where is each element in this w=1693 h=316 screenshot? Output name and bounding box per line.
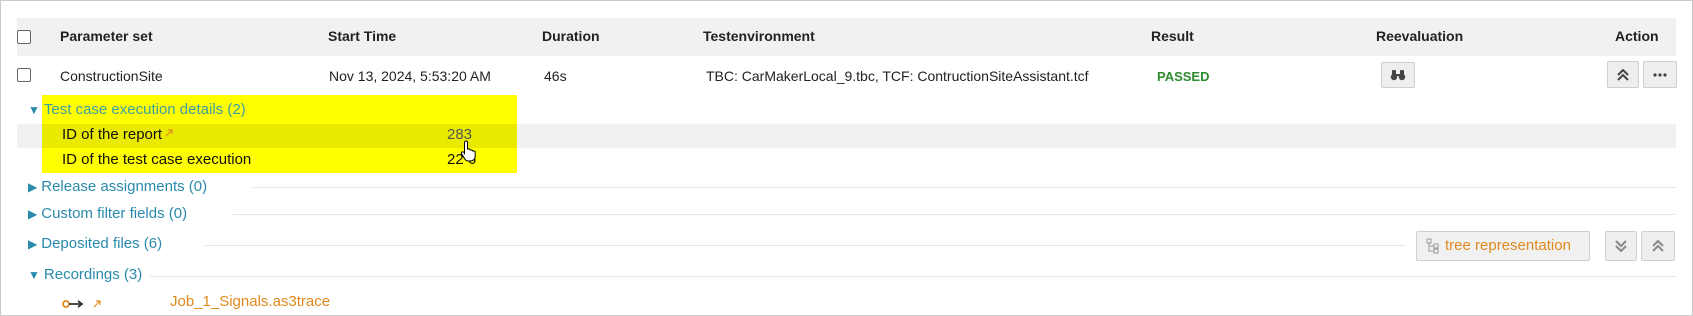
external-link-icon[interactable] <box>92 299 102 309</box>
collapsed-triangle-icon: ▶ <box>28 237 38 251</box>
header-reevaluation[interactable]: Reevaluation <box>1376 28 1463 44</box>
tree-representation-button[interactable]: tree representation <box>1416 231 1590 261</box>
recording-icons <box>62 297 112 311</box>
section-divider <box>150 276 1676 277</box>
collapsed-triangle-icon: ▶ <box>28 207 38 221</box>
header-action: Action <box>1615 28 1659 44</box>
collapsed-triangle-icon: ▶ <box>28 180 38 194</box>
row-duration: 46s <box>544 68 567 84</box>
collapse-all-button[interactable] <box>1641 231 1675 261</box>
section-label: Release assignments (0) <box>41 178 208 195</box>
table-row: ConstructionSite Nov 13, 2024, 5:53:20 A… <box>17 56 1677 94</box>
section-custom-filter-fields[interactable]: ▶ Custom filter fields (0) <box>28 205 187 222</box>
row-testenvironment: TBC: CarMakerLocal_9.tbc, TCF: Contructi… <box>706 68 1089 84</box>
hand-cursor-icon <box>460 140 476 162</box>
more-actions-button[interactable] <box>1643 61 1677 88</box>
section-label: Custom filter fields (0) <box>41 205 188 222</box>
row-start-time: Nov 13, 2024, 5:53:20 AM <box>329 68 491 84</box>
collapse-row-button[interactable] <box>1607 61 1639 88</box>
section-release-assignments[interactable]: ▶ Release assignments (0) <box>28 178 207 195</box>
select-all-checkbox[interactable] <box>17 30 31 44</box>
section-test-case-execution-details[interactable]: ▼ Test case execution details (2) <box>28 101 246 118</box>
reevaluation-button[interactable] <box>1381 62 1415 88</box>
execution-id-label: ID of the test case execution <box>62 151 252 168</box>
report-id-label-text: ID of the report <box>62 126 163 143</box>
double-chevron-up-icon <box>1652 240 1664 252</box>
tree-representation-label: tree representation <box>1445 237 1571 254</box>
section-label: Deposited files (6) <box>41 235 163 252</box>
report-id-label: ID of the report <box>62 126 174 143</box>
signal-key-icon <box>62 300 84 308</box>
header-result[interactable]: Result <box>1151 28 1194 44</box>
section-divider <box>253 187 1676 188</box>
expand-all-button[interactable] <box>1605 231 1637 261</box>
header-duration[interactable]: Duration <box>542 28 600 44</box>
ellipsis-icon <box>1653 72 1667 77</box>
section-label: Recordings (3) <box>43 266 143 283</box>
double-chevron-down-icon <box>1615 240 1627 252</box>
section-divider <box>205 245 1405 246</box>
table-header: Parameter set Start Time Duration Testen… <box>17 18 1676 56</box>
double-chevron-up-icon <box>1617 68 1629 81</box>
status-badge: PASSED <box>1157 69 1210 84</box>
section-divider <box>233 214 1676 215</box>
section-deposited-files[interactable]: ▶ Deposited files (6) <box>28 235 162 252</box>
row-checkbox[interactable] <box>17 68 31 82</box>
expanded-triangle-icon: ▼ <box>28 103 40 117</box>
header-parameter-set[interactable]: Parameter set <box>60 28 153 44</box>
section-label: Test case execution details (2) <box>43 101 246 118</box>
header-testenvironment[interactable]: Testenvironment <box>703 28 815 44</box>
section-recordings[interactable]: ▼ Recordings (3) <box>28 266 142 283</box>
header-start-time[interactable]: Start Time <box>328 28 396 44</box>
external-link-icon[interactable] <box>164 128 174 138</box>
tree-icon <box>1426 238 1439 254</box>
binoculars-icon <box>1390 70 1406 81</box>
recording-file-link[interactable]: Job_1_Signals.as3trace <box>170 293 330 310</box>
row-parameter-set: ConstructionSite <box>60 68 163 84</box>
expanded-triangle-icon: ▼ <box>28 268 40 282</box>
